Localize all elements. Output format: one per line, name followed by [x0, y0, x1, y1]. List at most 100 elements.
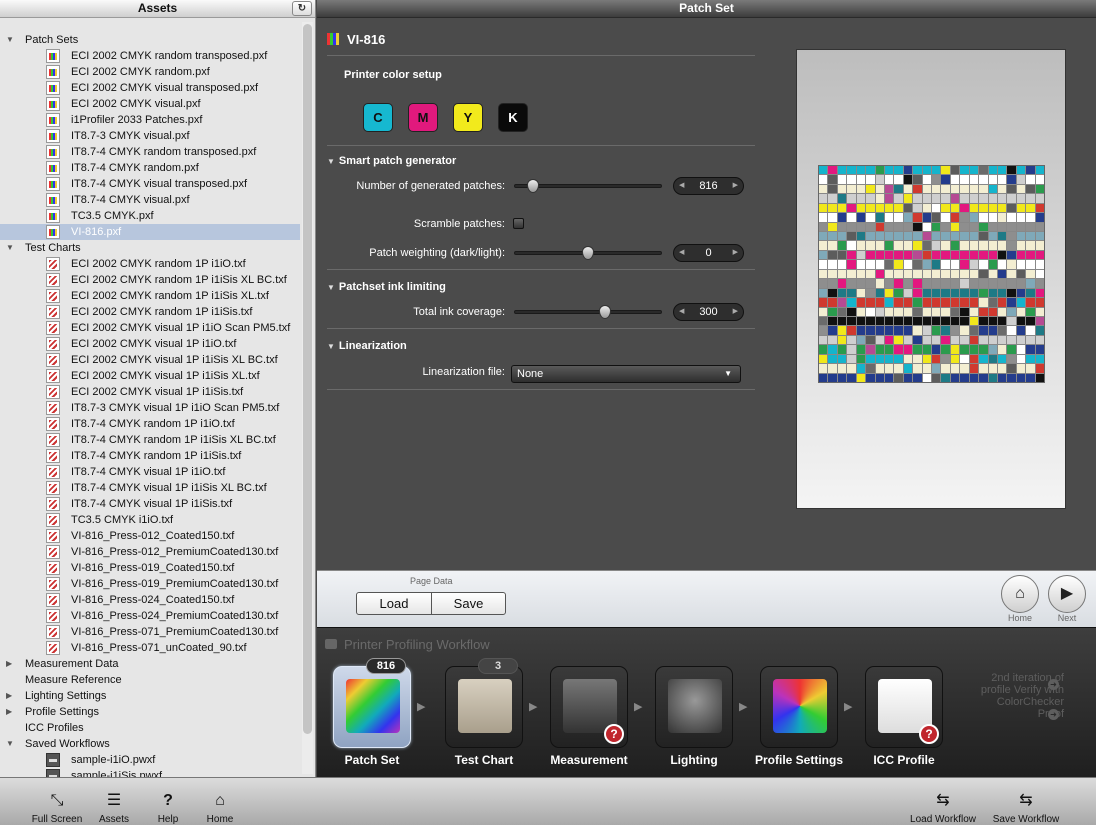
load-button[interactable]: Load: [356, 592, 432, 615]
linearization-select[interactable]: None ▼: [511, 365, 741, 383]
help-button[interactable]: ? Help: [148, 778, 188, 825]
tree-file-item[interactable]: VI-816_Press-012_PremiumCoated130.txf: [0, 544, 300, 560]
increment-icon[interactable]: ▶: [733, 178, 738, 194]
increment-icon[interactable]: ▶: [733, 304, 738, 320]
tree-file-item[interactable]: ECI 2002 CMYK random transposed.pxf: [0, 48, 300, 64]
total-ink-slider[interactable]: [514, 305, 662, 319]
ink-limiting-title[interactable]: ▼ Patchset ink limiting: [327, 281, 446, 293]
tree-category[interactable]: ▼ Test Charts: [0, 240, 300, 256]
tree-category[interactable]: ▶ Measurement Data: [0, 656, 300, 672]
disclosure-closed-icon[interactable]: ▶: [6, 704, 12, 720]
workflow-step-icc-profile[interactable]: ?: [865, 666, 943, 748]
tree-file-item[interactable]: i1Profiler 2033 Patches.pxf: [0, 112, 300, 128]
slider-thumb[interactable]: [527, 179, 539, 193]
refresh-button[interactable]: ↻: [292, 1, 312, 16]
tree-file-item[interactable]: VI-816_Press-019_Coated150.txf: [0, 560, 300, 576]
tree-file-item[interactable]: VI-816.pxf: [0, 224, 300, 240]
tree-file-item[interactable]: sample-i1iO.pwxf: [0, 752, 300, 768]
save-button[interactable]: Save: [431, 592, 506, 615]
scroll-thumb[interactable]: [303, 24, 312, 734]
tree-file-item[interactable]: IT8.7-4 CMYK visual 1P i1iO.txf: [0, 464, 300, 480]
disclosure-closed-icon[interactable]: ▶: [6, 688, 12, 704]
tree-file-item[interactable]: ECI 2002 CMYK visual 1P i1iO.txf: [0, 336, 300, 352]
workflow-step-test-chart[interactable]: 3: [445, 658, 523, 748]
tree-file-item[interactable]: VI-816_Press-024_PremiumCoated130.txf: [0, 608, 300, 624]
fullscreen-button[interactable]: ⤡ Full Screen: [28, 778, 86, 825]
arrow-right-icon[interactable]: ➜: [1048, 709, 1059, 720]
tree-file-item[interactable]: IT8.7-4 CMYK visual 1P i1iSis.txf: [0, 496, 300, 512]
weighting-slider[interactable]: [514, 246, 662, 260]
patch: [979, 175, 988, 184]
workflow-step-profile-settings[interactable]: [760, 666, 838, 748]
tree-file-item[interactable]: TC3.5 CMYK.pxf: [0, 208, 300, 224]
ink-chip-m[interactable]: M: [408, 103, 438, 132]
home-nav-button[interactable]: ⌂: [1001, 575, 1039, 613]
slider-thumb[interactable]: [582, 246, 594, 260]
tree-file-item[interactable]: IT8.7-4 CMYK random transposed.pxf: [0, 144, 300, 160]
tree-file-item[interactable]: ECI 2002 CMYK random 1P i1iO.txf: [0, 256, 300, 272]
linearization-title[interactable]: ▼ Linearization: [327, 340, 407, 352]
tree-file-item[interactable]: VI-816_Press-019_PremiumCoated130.txf: [0, 576, 300, 592]
total-ink-stepper[interactable]: ◀ 300 ▶: [673, 303, 744, 321]
tree-file-item[interactable]: IT8.7-4 CMYK random 1P i1iO.txf: [0, 416, 300, 432]
tree-file-item[interactable]: ECI 2002 CMYK random 1P i1iSis XL.txf: [0, 288, 300, 304]
decrement-icon[interactable]: ◀: [679, 245, 684, 261]
tree-file-item[interactable]: IT8.7-4 CMYK random 1P i1iSis XL BC.txf: [0, 432, 300, 448]
tree-file-item[interactable]: IT8.7-4 CMYK random.pxf: [0, 160, 300, 176]
decrement-icon[interactable]: ◀: [679, 304, 684, 320]
assets-button[interactable]: ☰ Assets: [94, 778, 134, 825]
tree-file-item[interactable]: IT8.7-3 CMYK visual 1P i1iO Scan PM5.txf: [0, 400, 300, 416]
tree-file-item[interactable]: IT8.7-3 CMYK visual.pxf: [0, 128, 300, 144]
tree-file-item[interactable]: IT8.7-4 CMYK random 1P i1iSis.txf: [0, 448, 300, 464]
increment-icon[interactable]: ▶: [733, 245, 738, 261]
save-workflow-button[interactable]: ⇆ Save Workflow: [988, 778, 1064, 825]
disclosure-open-icon[interactable]: ▼: [6, 32, 14, 48]
smart-patch-title[interactable]: ▼ Smart patch generator: [327, 155, 456, 167]
tree-file-label: ECI 2002 CMYK random 1P i1iO.txf: [71, 258, 246, 270]
patch: [847, 175, 856, 184]
workflow-step-lighting[interactable]: [655, 666, 733, 748]
tree-file-item[interactable]: ECI 2002 CMYK visual 1P i1iSis.txf: [0, 384, 300, 400]
ink-chip-y[interactable]: Y: [453, 103, 483, 132]
tree-file-item[interactable]: ECI 2002 CMYK visual.pxf: [0, 96, 300, 112]
assets-scrollbar[interactable]: [302, 22, 313, 774]
decrement-icon[interactable]: ◀: [679, 178, 684, 194]
tree-file-item[interactable]: VI-816_Press-071_unCoated_90.txf: [0, 640, 300, 656]
ink-chip-k[interactable]: K: [498, 103, 528, 132]
tree-category[interactable]: ▼ Saved Workflows: [0, 736, 300, 752]
tree-file-item[interactable]: VI-816_Press-071_PremiumCoated130.txf: [0, 624, 300, 640]
tree-file-item[interactable]: TC3.5 CMYK i1iO.txf: [0, 512, 300, 528]
workflow-step-patch-set[interactable]: 816: [333, 658, 411, 748]
tree-file-item[interactable]: ECI 2002 CMYK random 1P i1iSis.txf: [0, 304, 300, 320]
num-patches-stepper[interactable]: ◀ 816 ▶: [673, 177, 744, 195]
tree-file-item[interactable]: ECI 2002 CMYK random.pxf: [0, 64, 300, 80]
tree-category[interactable]: Measure Reference: [0, 672, 300, 688]
tree-category[interactable]: ▶ Lighting Settings: [0, 688, 300, 704]
tree-file-item[interactable]: ECI 2002 CMYK random 1P i1iSis XL BC.txf: [0, 272, 300, 288]
tree-file-item[interactable]: IT8.7-4 CMYK visual transposed.pxf: [0, 176, 300, 192]
next-nav-button[interactable]: ▶: [1048, 575, 1086, 613]
home-toolbar-button[interactable]: ⌂ Home: [200, 778, 240, 825]
load-workflow-button[interactable]: ⇆ Load Workflow: [905, 778, 981, 825]
tree-category[interactable]: ▼ Patch Sets: [0, 32, 300, 48]
disclosure-closed-icon[interactable]: ▶: [6, 656, 12, 672]
tree-file-item[interactable]: VI-816_Press-012_Coated150.txf: [0, 528, 300, 544]
tree-file-item[interactable]: IT8.7-4 CMYK visual.pxf: [0, 192, 300, 208]
ink-chip-c[interactable]: C: [363, 103, 393, 132]
slider-thumb[interactable]: [599, 305, 611, 319]
disclosure-open-icon[interactable]: ▼: [6, 240, 14, 256]
tree-file-item[interactable]: ECI 2002 CMYK visual 1P i1iO Scan PM5.tx…: [0, 320, 300, 336]
tree-file-item[interactable]: VI-816_Press-024_Coated150.txf: [0, 592, 300, 608]
tree-category[interactable]: ▶ Profile Settings: [0, 704, 300, 720]
tree-file-item[interactable]: ECI 2002 CMYK visual 1P i1iSis XL.txf: [0, 368, 300, 384]
tree-file-item[interactable]: IT8.7-4 CMYK visual 1P i1iSis XL BC.txf: [0, 480, 300, 496]
weighting-stepper[interactable]: ◀ 0 ▶: [673, 244, 744, 262]
tree-file-item[interactable]: ECI 2002 CMYK visual 1P i1iSis XL BC.txf: [0, 352, 300, 368]
tree-file-item[interactable]: ECI 2002 CMYK visual transposed.pxf: [0, 80, 300, 96]
scramble-checkbox[interactable]: [513, 218, 524, 229]
arrow-right-icon[interactable]: ➜: [1048, 679, 1059, 690]
workflow-step-measurement[interactable]: ?: [550, 666, 628, 748]
tree-category[interactable]: ICC Profiles: [0, 720, 300, 736]
num-patches-slider[interactable]: [514, 179, 662, 193]
disclosure-open-icon[interactable]: ▼: [6, 736, 14, 752]
